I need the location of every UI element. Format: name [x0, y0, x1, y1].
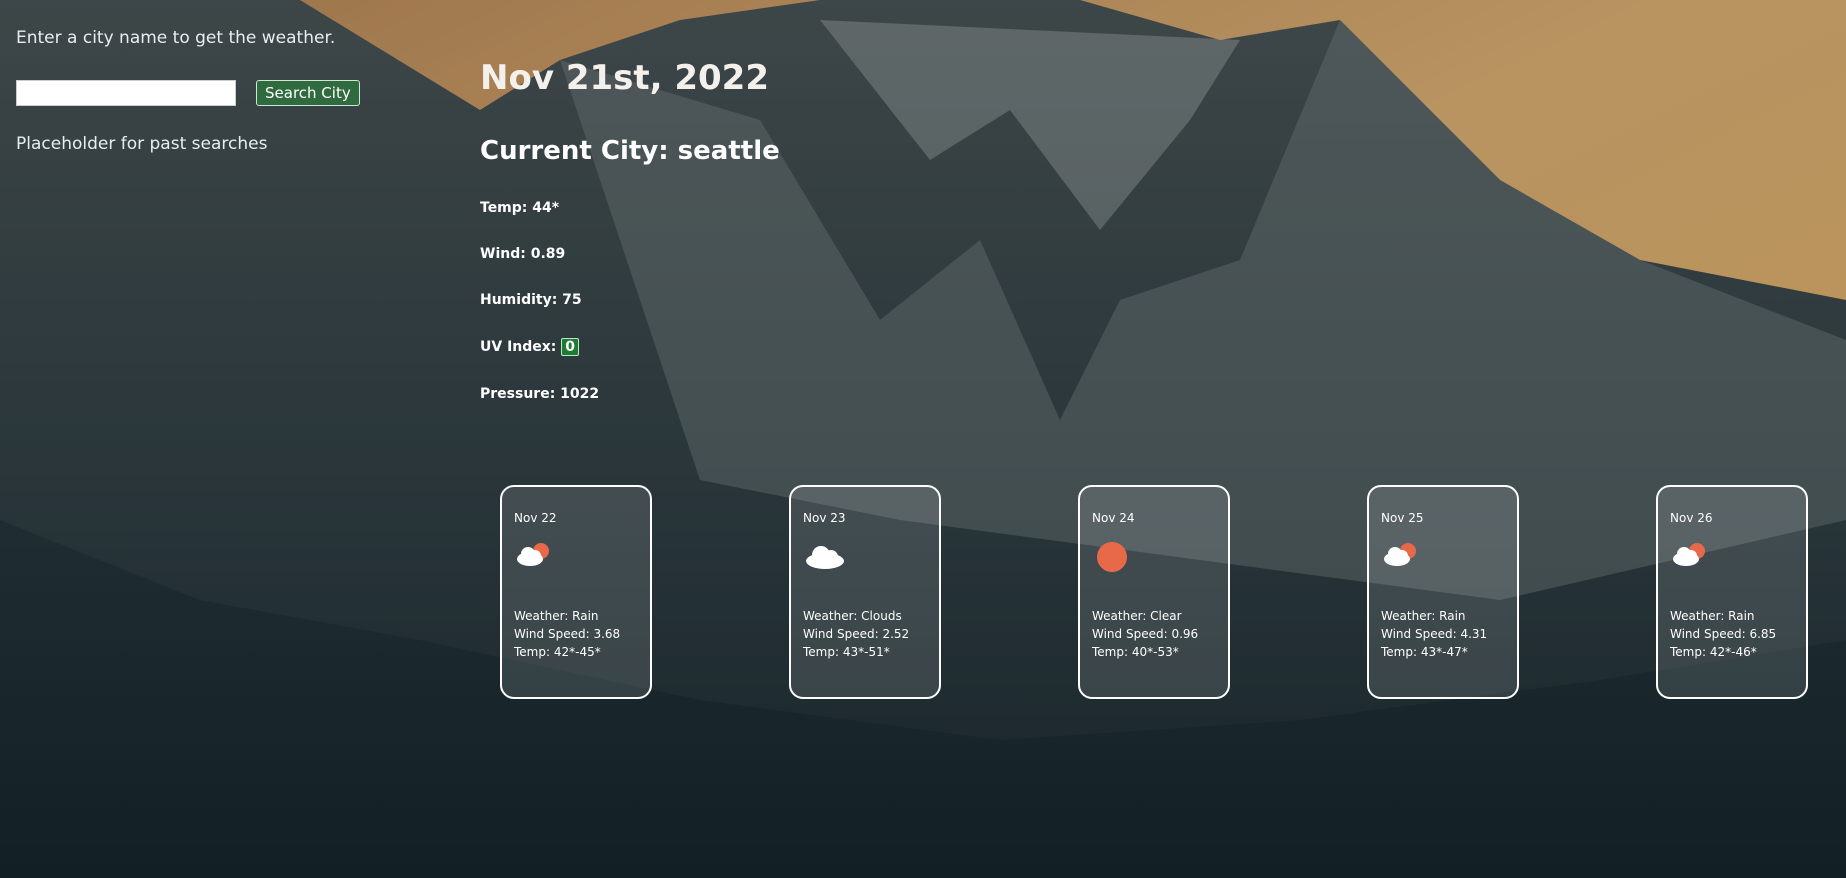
past-searches: Placeholder for past searches: [16, 134, 268, 154]
forecast-temp: Temp: 42*-45*: [514, 645, 601, 659]
forecast-card: Nov 25 Weather: Rain Wind Speed: 4.31 Te…: [1367, 485, 1519, 699]
uv-index-label: UV Index:: [480, 339, 562, 355]
forecast-temp: Temp: 40*-53*: [1092, 645, 1179, 659]
forecast-wind: Wind Speed: 2.52: [803, 627, 910, 641]
current-date: Nov 21st, 2022: [480, 58, 769, 98]
forecast-weather: Weather: Clouds: [803, 609, 902, 623]
forecast-weather: Weather: Rain: [1670, 609, 1755, 623]
search-city-button[interactable]: Search City: [256, 80, 360, 106]
uv-index-badge: 0: [561, 338, 580, 356]
current-pressure: Pressure: 1022: [480, 386, 600, 402]
forecast-weather: Weather: Rain: [1381, 609, 1466, 623]
current-city: Current City: seattle: [480, 136, 780, 166]
sun-icon: [1092, 537, 1228, 579]
forecast-wind: Wind Speed: 6.85: [1670, 627, 1777, 641]
forecast-temp: Temp: 43*-47*: [1381, 645, 1468, 659]
forecast-wind: Wind Speed: 4.31: [1381, 627, 1488, 641]
forecast-temp: Temp: 42*-46*: [1670, 645, 1757, 659]
forecast-card: Nov 22 Weather: Rain Wind Speed: 3.68 Te…: [500, 485, 652, 699]
forecast-weather: Weather: Clear: [1092, 609, 1182, 623]
forecast-date: Nov 26: [1670, 511, 1713, 525]
forecast-card: Nov 24 Weather: Clear Wind Speed: 0.96 T…: [1078, 485, 1230, 699]
current-temp: Temp: 44*: [480, 200, 560, 216]
search-row: Search City: [16, 80, 360, 106]
forecast-card: Nov 23 Weather: Clouds Wind Speed: 2.52 …: [789, 485, 941, 699]
sun-behind-cloud-icon: [514, 537, 650, 579]
sun-behind-cloud-icon: [1381, 537, 1517, 579]
forecast-wind: Wind Speed: 3.68: [514, 627, 621, 641]
cloud-icon: [803, 537, 939, 579]
current-humidity: Humidity: 75: [480, 292, 582, 308]
sun-behind-cloud-icon: [1670, 537, 1806, 579]
forecast-wind: Wind Speed: 0.96: [1092, 627, 1199, 641]
current-uv-index: UV Index: 0: [480, 338, 780, 356]
forecast-temp: Temp: 43*-51*: [803, 645, 890, 659]
current-wind: Wind: 0.89: [480, 246, 566, 262]
forecast-weather: Weather: Rain: [514, 609, 599, 623]
sidebar: Enter a city name to get the weather. Se…: [16, 28, 360, 154]
city-search-input[interactable]: [16, 80, 236, 106]
search-hint: Enter a city name to get the weather.: [16, 28, 336, 48]
forecast-date: Nov 25: [1381, 511, 1424, 525]
forecast-date: Nov 24: [1092, 511, 1135, 525]
current-weather: Nov 21st, 2022 Current City: seattle Tem…: [480, 58, 780, 402]
forecast-card: Nov 26 Weather: Rain Wind Speed: 6.85 Te…: [1656, 485, 1808, 699]
forecast-date: Nov 22: [514, 511, 557, 525]
forecast-date: Nov 23: [803, 511, 846, 525]
